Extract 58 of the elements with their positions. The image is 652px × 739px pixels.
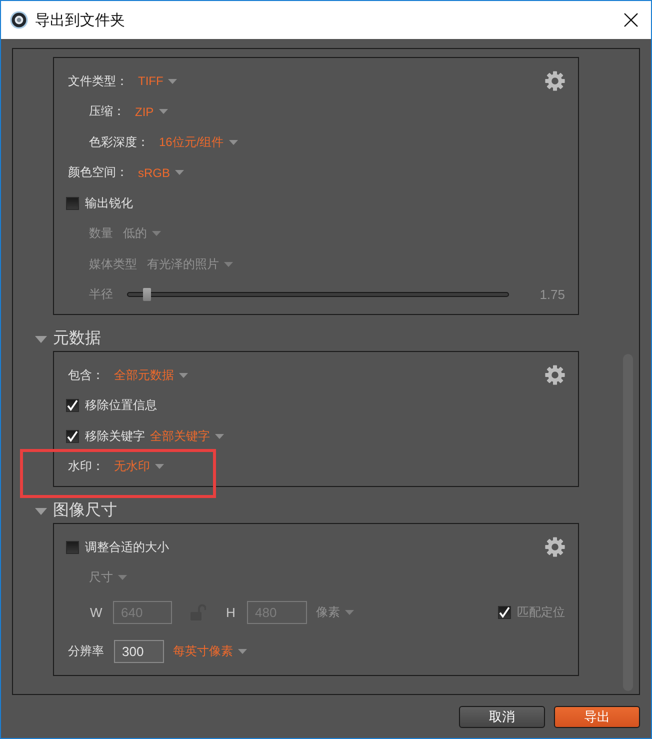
- checkbox-label: 匹配定位: [517, 604, 565, 620]
- caret-icon: [152, 231, 161, 236]
- slider-value: 1.75: [540, 287, 565, 302]
- checkbox[interactable]: [66, 196, 79, 210]
- option-label: 分辨率: [68, 642, 104, 660]
- dropdown[interactable]: ZIP: [135, 104, 168, 119]
- option-label: 数量: [89, 225, 113, 242]
- width-label: W: [90, 604, 100, 620]
- dropdown[interactable]: 无水印: [114, 458, 164, 476]
- dropdown[interactable]: 16位元/组件: [159, 134, 238, 151]
- cancel-button[interactable]: 取消: [459, 706, 545, 728]
- caret-icon: [215, 434, 224, 439]
- option-label: 文件类型：: [68, 72, 128, 90]
- checkbox-label: 调整合适的大小: [85, 538, 169, 556]
- dropdown[interactable]: sRGB: [138, 166, 184, 180]
- height-label: H: [226, 604, 236, 620]
- caret-icon: [224, 262, 233, 267]
- option-label: 媒体类型: [89, 256, 137, 273]
- ring-icon: [10, 11, 28, 29]
- checkbox[interactable]: [66, 430, 79, 443]
- dropdown[interactable]: 全部元数据: [114, 366, 188, 384]
- option-label: 包含：: [68, 366, 104, 384]
- dropdown[interactable]: 每英寸像素: [173, 642, 247, 660]
- checkmark-icon: [67, 430, 78, 442]
- export-button[interactable]: 导出: [554, 706, 640, 728]
- option-label: 颜色空间：: [68, 164, 128, 182]
- settings-icon[interactable]: [545, 365, 565, 386]
- caret-icon: [228, 140, 238, 145]
- caret-icon: [345, 610, 354, 614]
- triangle-icon: [35, 336, 47, 342]
- caret-icon: [118, 575, 127, 580]
- caret-icon: [168, 78, 178, 84]
- dropdown[interactable]: TIFF: [138, 74, 178, 88]
- checkmark-icon: [67, 400, 78, 412]
- caret-icon: [158, 109, 168, 114]
- checkbox-label: 移除位置信息: [85, 397, 157, 414]
- option-label: 水印：: [68, 458, 104, 476]
- window-title: 导出到文件夹: [35, 10, 125, 30]
- checkbox-label: 移除关键字: [85, 428, 145, 445]
- settings-icon[interactable]: [545, 71, 565, 92]
- option-label: 压缩：: [89, 103, 125, 120]
- option-label: 色彩深度：: [89, 134, 149, 151]
- checkbox[interactable]: [66, 540, 79, 554]
- checkbox-label: 输出锐化: [85, 194, 133, 212]
- caret-icon: [175, 170, 184, 176]
- caret-icon: [238, 648, 247, 654]
- dropdown[interactable]: 全部关键字: [150, 428, 224, 445]
- checkmark-icon: [499, 606, 510, 618]
- triangle-icon: [35, 508, 47, 514]
- caret-icon: [179, 372, 188, 378]
- section-toggle[interactable]: 图像尺寸: [35, 501, 117, 521]
- number-field[interactable]: 300: [114, 640, 164, 662]
- checkbox[interactable]: [66, 399, 79, 412]
- option-label: 半径: [89, 286, 113, 304]
- section-toggle[interactable]: 元数据: [35, 329, 101, 349]
- settings-icon[interactable]: [545, 537, 565, 558]
- caret-icon: [155, 464, 164, 470]
- close-icon: [624, 13, 638, 27]
